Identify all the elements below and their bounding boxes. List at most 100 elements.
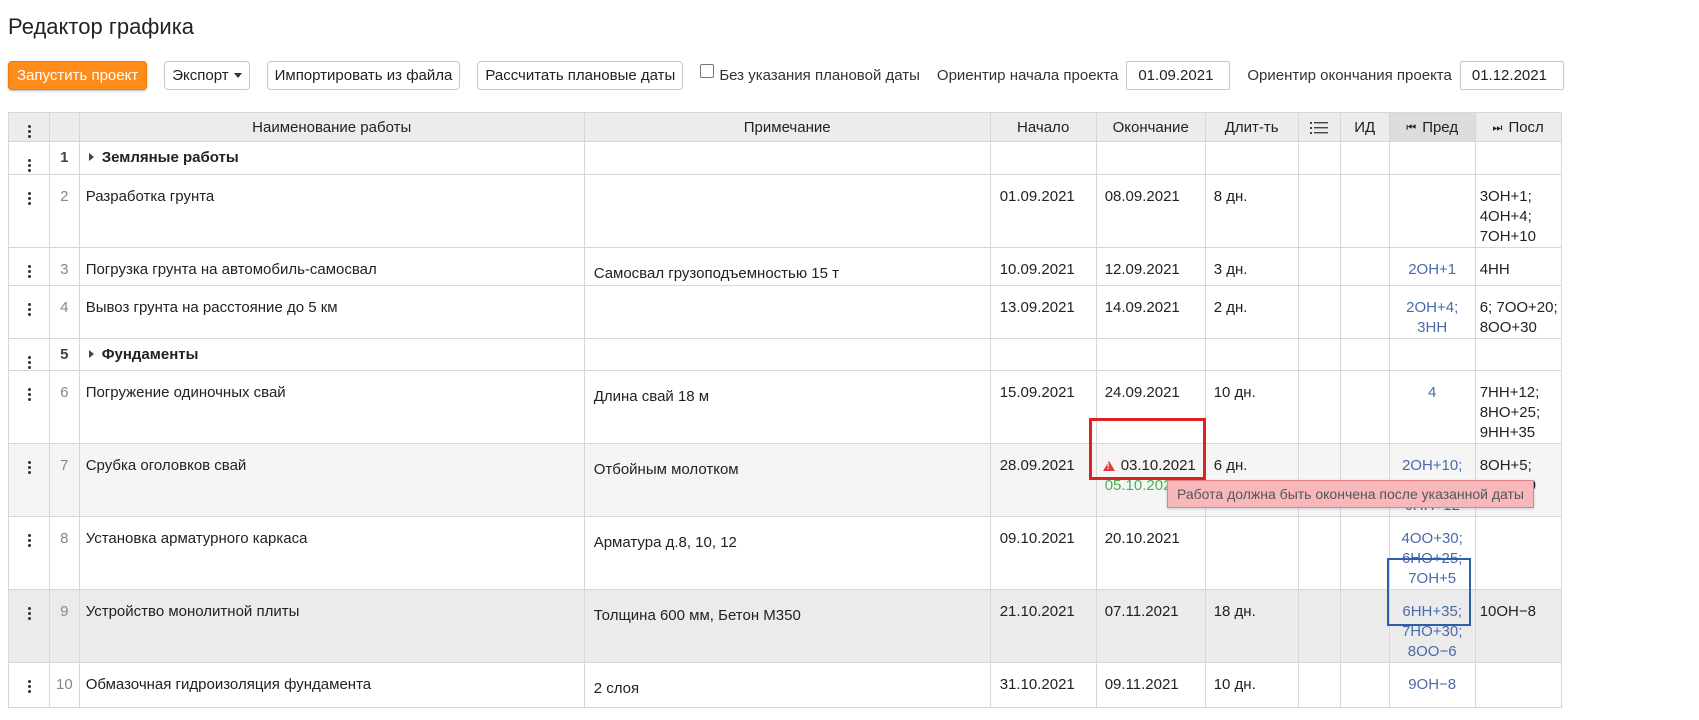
work-name-cell[interactable]: Погружение одиночных свай <box>78 370 585 444</box>
end-cell[interactable]: 24.09.2021 <box>1095 370 1206 444</box>
succ-cell[interactable] <box>1474 662 1562 708</box>
succ-cell[interactable]: 10ОН−8 <box>1474 589 1562 663</box>
note-cell[interactable]: 2 слоя <box>583 662 991 708</box>
start-cell[interactable]: 28.09.2021 <box>989 443 1097 517</box>
pred-cell[interactable]: 2ОН+4; 3НН <box>1388 284 1476 339</box>
row-menu-button[interactable] <box>8 173 50 248</box>
row-menu-button[interactable] <box>8 662 50 708</box>
duration-cell[interactable]: 18 дн. <box>1204 589 1299 663</box>
table-row[interactable]: 2 Разработка грунта 01.09.2021 08.09.2021 8 … <box>8 173 1562 248</box>
duration-cell[interactable]: 3 дн. <box>1204 246 1299 286</box>
pred-link[interactable]: 8ОО−6 <box>1396 642 1469 662</box>
table-row[interactable]: 9 Устройство монолитной плиты Толщина 600 … <box>8 589 1562 663</box>
id-cell[interactable] <box>1339 284 1390 339</box>
start-cell[interactable]: 21.10.2021 <box>989 589 1097 663</box>
pred-link[interactable]: 6НН+35; <box>1396 602 1469 622</box>
start-date-input[interactable]: 01.09.2021 <box>1126 60 1231 90</box>
id-cell[interactable] <box>1339 516 1390 590</box>
end-date-input[interactable]: 01.12.2021 <box>1459 60 1564 90</box>
table-row[interactable]: 8 Установка арматурного каркаса Арматура д… <box>8 516 1562 590</box>
pred-cell[interactable]: 9ОН−8 <box>1388 662 1476 708</box>
import-button[interactable]: Импортировать из файла <box>266 60 461 90</box>
pred-cell[interactable]: 4 <box>1388 370 1476 444</box>
note-cell[interactable] <box>583 141 991 175</box>
start-cell[interactable] <box>989 337 1097 371</box>
group-name-cell[interactable]: Земляные работы <box>78 141 585 175</box>
succ-cell[interactable] <box>1474 141 1562 175</box>
table-row[interactable]: 3 Погрузка грунта на автомобиль-самосвал С… <box>8 246 1562 286</box>
end-cell[interactable] <box>1095 337 1206 371</box>
row-menu-button[interactable] <box>8 337 50 371</box>
work-name-cell[interactable]: Устройство монолитной плиты <box>78 589 585 663</box>
pred-link[interactable]: 4 <box>1396 383 1469 403</box>
succ-cell[interactable] <box>1474 337 1562 371</box>
work-name-cell[interactable]: Разработка грунта <box>78 173 585 248</box>
end-cell[interactable] <box>1095 141 1206 175</box>
end-cell[interactable]: 12.09.2021 <box>1095 246 1206 286</box>
no-plan-checkbox[interactable] <box>700 64 715 78</box>
start-cell[interactable]: 15.09.2021 <box>989 370 1097 444</box>
note-cell[interactable]: Самосвал грузоподъемностью 15 т <box>583 246 991 286</box>
row-menu-button[interactable] <box>8 246 50 286</box>
end-cell[interactable]: 14.09.2021 <box>1095 284 1206 339</box>
pred-link[interactable]: 2ОН+1 <box>1396 260 1469 280</box>
row-menu-button[interactable] <box>8 141 50 175</box>
start-cell[interactable]: 13.09.2021 <box>989 284 1097 339</box>
header-succ[interactable]: ⏭ Посл <box>1474 112 1562 142</box>
note-cell[interactable]: Толщина 600 мм, Бетон М350 <box>583 589 991 663</box>
row-menu-button[interactable] <box>8 443 50 517</box>
note-cell[interactable] <box>583 337 991 371</box>
duration-cell[interactable]: 8 дн. <box>1204 173 1299 248</box>
header-columns[interactable] <box>1297 112 1341 142</box>
succ-cell[interactable]: 4НН <box>1474 246 1562 286</box>
row-menu-button[interactable] <box>8 516 50 590</box>
id-cell[interactable] <box>1339 589 1390 663</box>
duration-cell[interactable]: 10 дн. <box>1204 662 1299 708</box>
pred-cell[interactable]: 6НН+35; 7НО+30; 8ОО−6 <box>1388 589 1476 663</box>
export-dropdown[interactable]: Экспорт <box>164 60 250 90</box>
duration-cell[interactable] <box>1204 337 1299 371</box>
work-name-cell[interactable]: Срубка оголовков свай <box>78 443 585 517</box>
end-cell[interactable]: 20.10.2021 <box>1095 516 1206 590</box>
pred-cell[interactable]: 2ОН+1 <box>1388 246 1476 286</box>
succ-cell[interactable]: 6; 7ОО+20; 8ОО+30 <box>1474 284 1562 339</box>
header-pred[interactable]: ⏮ Пред <box>1388 112 1476 142</box>
header-end[interactable]: Окончание <box>1095 112 1206 142</box>
pred-link[interactable]: 9ОН−8 <box>1396 675 1469 695</box>
work-name-cell[interactable]: Вывоз грунта на расстояние до 5 км <box>78 284 585 339</box>
pred-cell[interactable]: 4ОО+30; 6НО+25; 7ОН+5 <box>1388 516 1476 590</box>
id-cell[interactable] <box>1339 662 1390 708</box>
id-cell[interactable] <box>1339 337 1390 371</box>
row-menu-button[interactable] <box>8 284 50 339</box>
start-cell[interactable] <box>989 141 1097 175</box>
start-cell[interactable]: 10.09.2021 <box>989 246 1097 286</box>
header-menu[interactable] <box>8 112 50 142</box>
duration-cell[interactable]: 10 дн. <box>1204 370 1299 444</box>
pred-cell[interactable] <box>1388 173 1476 248</box>
pred-link[interactable]: 2ОН+10; <box>1396 456 1469 476</box>
note-cell[interactable]: Арматура д.8, 10, 12 <box>583 516 991 590</box>
pred-cell[interactable] <box>1388 337 1476 371</box>
id-cell[interactable] <box>1339 370 1390 444</box>
work-name-cell[interactable]: Установка арматурного каркаса <box>78 516 585 590</box>
expand-icon[interactable] <box>88 153 94 161</box>
duration-cell[interactable]: 2 дн. <box>1204 284 1299 339</box>
start-cell[interactable]: 09.10.2021 <box>989 516 1097 590</box>
table-row[interactable]: 1 Земляные работы <box>8 141 1562 175</box>
header-id[interactable]: ИД <box>1339 112 1390 142</box>
expand-icon[interactable] <box>88 349 94 358</box>
id-cell[interactable] <box>1339 141 1390 175</box>
calc-dates-button[interactable]: Рассчитать плановые даты <box>477 60 684 90</box>
succ-cell[interactable] <box>1474 516 1562 590</box>
pred-link[interactable]: 4ОО+30; <box>1396 529 1469 549</box>
duration-cell[interactable] <box>1204 141 1299 175</box>
succ-cell[interactable]: 7НН+12; 8НО+25; 9НН+35 <box>1474 370 1562 444</box>
table-row[interactable]: 10 Обмазочная гидроизоляция фундамента 2 с… <box>8 662 1562 708</box>
pred-cell[interactable] <box>1388 141 1476 175</box>
table-row[interactable]: 6 Погружение одиночных свай Длина свай 18 … <box>8 370 1562 444</box>
pred-link[interactable]: 2ОН+4; 3НН <box>1396 298 1469 338</box>
launch-project-button[interactable]: Запустить проект <box>8 60 148 90</box>
id-cell[interactable] <box>1339 173 1390 248</box>
work-name-cell[interactable]: Обмазочная гидроизоляция фундамента <box>78 662 585 708</box>
start-cell[interactable]: 31.10.2021 <box>989 662 1097 708</box>
